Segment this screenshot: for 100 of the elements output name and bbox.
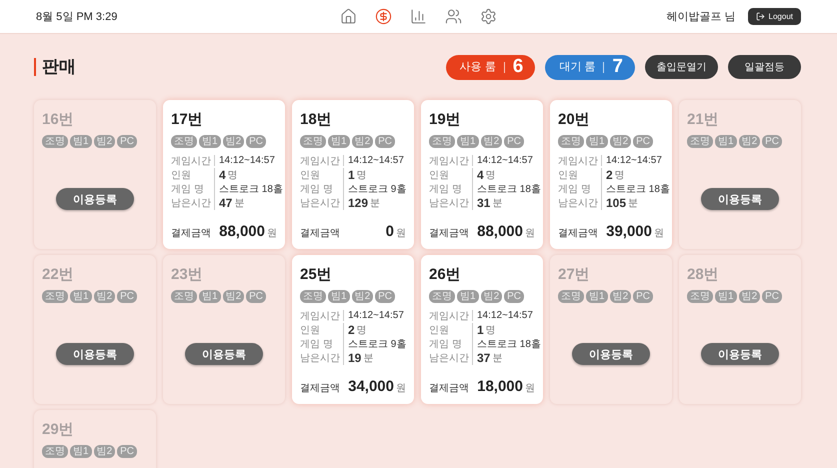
device-tag: 조명 <box>42 135 68 148</box>
device-tag: 빔1 <box>70 445 92 458</box>
info-value: 4 <box>472 168 484 182</box>
currency-label: 원 <box>267 228 277 239</box>
coin-icon[interactable] <box>373 6 394 27</box>
info-label: 인원 <box>429 324 450 336</box>
info-label: 남은시간 <box>558 196 599 210</box>
register-button[interactable]: 이용등록 <box>701 343 779 365</box>
info-value: 1 <box>343 168 355 182</box>
device-tag: PC <box>504 135 524 148</box>
action-button[interactable]: 일괄점등 <box>728 55 801 79</box>
info-value: 129 <box>343 196 368 210</box>
device-tag: 빔2 <box>610 290 632 303</box>
info-value: 19 <box>343 350 362 364</box>
device-tag: 빔2 <box>352 135 374 148</box>
room-card[interactable]: 17번 조명 빔1 빔2 PC 게임시간 14:12~14:57 인원 4 명 게임 명 스트로크 18홀 남은시간 47 분 결제금액 88,000 원 <box>163 100 285 249</box>
info-label: 게임시간 <box>300 154 341 168</box>
device-tag: 빔1 <box>715 135 737 148</box>
room-card[interactable]: 16번 조명 빔1 빔2 PC 이용등록 <box>34 100 156 249</box>
info-value: 스트로크 9홀 <box>343 182 406 196</box>
payment-amount: 39,000 <box>606 223 652 240</box>
info-label: 게임 명 <box>171 182 205 196</box>
currency-label: 원 <box>654 228 664 239</box>
info-value: 14:12~14:57 <box>472 310 533 321</box>
room-card[interactable]: 21번 조명 빔1 빔2 PC 이용등록 <box>679 100 801 249</box>
info-value: 스트로크 18홀 <box>214 182 283 196</box>
device-tag: PC <box>633 135 654 148</box>
device-tag: PC <box>375 290 396 303</box>
info-label: 게임 명 <box>300 338 334 350</box>
device-tag: 조명 <box>429 135 455 148</box>
device-tag: 조명 <box>687 290 713 303</box>
info-value: 2 <box>601 168 613 182</box>
device-tag: 빔2 <box>352 290 374 303</box>
info-label: 남은시간 <box>300 352 341 364</box>
counter-value: 7 <box>612 56 623 78</box>
device-tag: 빔1 <box>70 135 92 148</box>
room-number: 23번 <box>171 265 203 284</box>
payment-label: 결제금액 <box>300 382 340 395</box>
room-number: 17번 <box>171 110 203 129</box>
device-tag: 빔2 <box>222 135 244 148</box>
info-value: 스트로크 9홀 <box>343 336 406 350</box>
room-card[interactable]: 28번 조명 빔1 빔2 PC 이용등록 <box>679 255 801 404</box>
unit-label: 명 <box>614 168 625 182</box>
device-tag: 조명 <box>42 445 68 458</box>
info-value: 2 <box>343 322 355 336</box>
device-tag: 조명 <box>300 290 326 303</box>
unit-label: 분 <box>234 196 244 210</box>
currency-label: 원 <box>525 383 535 394</box>
device-tag: 빔1 <box>457 135 479 148</box>
register-button[interactable]: 이용등록 <box>701 188 779 210</box>
info-label: 게임시간 <box>300 310 341 322</box>
room-card[interactable]: 26번 조명 빔1 빔2 PC 게임시간 14:12~14:57 인원 1 명 게임 명 스트로크 18홀 남은시간 37 분 결제금액 18,000 원 <box>421 255 543 404</box>
room-number: 27번 <box>558 265 590 284</box>
device-tag: 조명 <box>558 290 584 303</box>
register-button[interactable]: 이용등록 <box>56 188 134 210</box>
device-tag: PC <box>117 445 138 458</box>
room-card[interactable]: 27번 조명 빔1 빔2 PC 이용등록 <box>550 255 672 404</box>
device-tag: 빔2 <box>222 290 244 303</box>
device-tag: PC <box>504 290 524 303</box>
counter-label: 사용 룸 <box>460 62 505 72</box>
room-card[interactable]: 18번 조명 빔1 빔2 PC 게임시간 14:12~14:57 인원 1 명 게임 명 스트로크 9홀 남은시간 129 분 결제금액 0 원 <box>292 100 414 249</box>
payment-label: 결제금액 <box>558 227 598 240</box>
info-label: 게임시간 <box>171 154 212 168</box>
register-button[interactable]: 이용등록 <box>185 343 263 365</box>
info-label: 인원 <box>429 168 450 182</box>
unit-label: 명 <box>356 168 367 182</box>
room-card[interactable]: 19번 조명 빔1 빔2 PC 게임시간 14:12~14:57 인원 4 명 게임 명 스트로크 18홀 남은시간 31 분 결제금액 88,000 원 <box>421 100 543 249</box>
device-tag: 조명 <box>429 290 455 303</box>
action-button[interactable]: 출입문열기 <box>645 55 718 79</box>
room-card[interactable]: 22번 조명 빔1 빔2 PC 이용등록 <box>34 255 156 404</box>
device-tag: 빔2 <box>94 445 116 458</box>
room-card[interactable]: 25번 조명 빔1 빔2 PC 게임시간 14:12~14:57 인원 2 명 게임 명 스트로크 9홀 남은시간 19 분 결제금액 34,000 원 <box>292 255 414 404</box>
device-tag: 빔1 <box>457 290 479 303</box>
payment-amount: 34,000 <box>348 378 394 395</box>
counter-label: 대기 룸 <box>559 62 604 72</box>
page-title: 판매 <box>34 58 76 76</box>
payment-label: 결제금액 <box>300 227 340 240</box>
room-number: 29번 <box>42 420 74 439</box>
date-time: 8월 5일 PM 3:29 <box>36 10 118 24</box>
register-button[interactable]: 이용등록 <box>572 343 650 365</box>
device-tag: PC <box>375 135 396 148</box>
register-button[interactable]: 이용등록 <box>56 343 134 365</box>
device-tag: 빔2 <box>480 290 502 303</box>
device-tag: PC <box>633 290 654 303</box>
room-card[interactable]: 20번 조명 빔1 빔2 PC 게임시간 14:12~14:57 인원 2 명 게임 명 스트로크 18홀 남은시간 105 분 결제금액 39,000 원 <box>550 100 672 249</box>
info-value: 1 <box>472 322 484 336</box>
info-label: 게임 명 <box>429 338 463 350</box>
unit-label: 명 <box>486 324 496 336</box>
room-card[interactable]: 23번 조명 빔1 빔2 PC 이용등록 <box>163 255 285 404</box>
user-name: 헤이밥골프 님 <box>666 10 736 24</box>
info-label: 인원 <box>558 168 579 182</box>
counter-value: 6 <box>512 56 524 78</box>
info-label: 인원 <box>300 168 321 182</box>
info-value: 47 <box>214 196 232 210</box>
device-tag: 빔1 <box>199 290 221 303</box>
device-tag: 빔1 <box>199 135 221 148</box>
device-tag: 조명 <box>558 135 584 148</box>
info-value: 14:12~14:57 <box>601 155 662 166</box>
logout-button[interactable]: Logout <box>748 8 801 25</box>
unit-label: 분 <box>363 352 374 364</box>
